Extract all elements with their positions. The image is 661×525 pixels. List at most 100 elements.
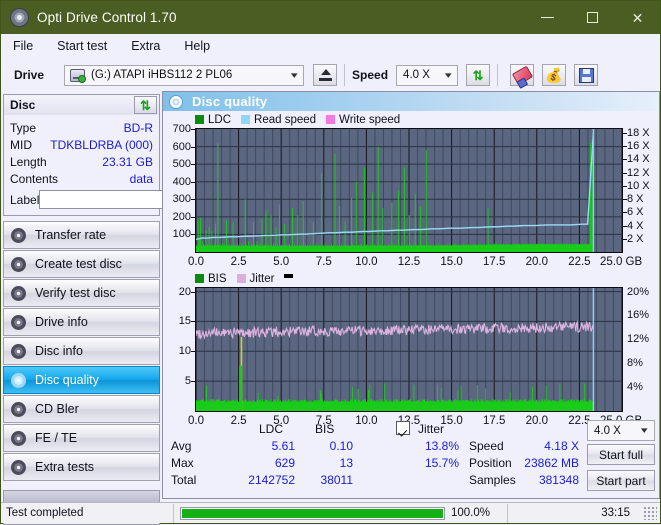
chart1-xtick: 5.0 xyxy=(273,256,290,268)
optical-drive-icon xyxy=(70,68,87,83)
tick-mark xyxy=(623,172,627,174)
legend-marker-icon xyxy=(284,273,294,278)
refresh-icon: ⇅ xyxy=(140,97,151,113)
chart1-xtick: 2.5 xyxy=(230,256,247,268)
chart1-xtick: 0.0 xyxy=(188,256,204,268)
tick-mark xyxy=(623,238,627,240)
chart1-ytick: 600 xyxy=(172,140,191,153)
legend-swatch-write-speed xyxy=(326,115,336,124)
close-button[interactable]: ✕ xyxy=(615,1,660,34)
refresh-button[interactable]: ⇅ xyxy=(466,64,491,86)
samples-stat-value: 381348 xyxy=(538,473,579,487)
coins-icon: 💰 xyxy=(545,67,563,83)
speed-select-value: 4.0 X xyxy=(403,69,430,81)
stats-row-label-avg: Avg xyxy=(171,439,192,453)
sidebar-item-extra-tests[interactable]: Extra tests xyxy=(3,453,160,481)
sidebar-item-verify-test-disc[interactable]: Verify test disc xyxy=(3,279,160,307)
erase-button[interactable] xyxy=(510,64,535,86)
stats-total-bis: 38011 xyxy=(320,473,353,487)
chart1-y2tick: 14 X xyxy=(627,153,650,166)
start-full-button[interactable]: Start full xyxy=(587,444,655,465)
test-speed-value: 4.0 X xyxy=(594,424,621,437)
sidebar-item-create-test-disc[interactable]: Create test disc xyxy=(3,250,160,278)
sidebar-item-transfer-rate[interactable]: Transfer rate xyxy=(3,221,160,249)
chart1-ytick: 700 xyxy=(172,123,191,135)
status-message: Test completed xyxy=(6,507,84,519)
legend-swatch-read-speed xyxy=(241,115,251,124)
disc-mid-label: MID xyxy=(10,137,32,152)
tick-mark xyxy=(191,199,195,201)
title-bar: Opti Drive Control 1.70 ✕ xyxy=(1,1,660,34)
sidebar-item-label: FE / TE xyxy=(35,431,78,445)
menu-bar: File Start test Extra Help xyxy=(1,34,660,58)
jitter-max-value: 15.7% xyxy=(424,456,459,470)
sidebar-item-drive-info[interactable]: Drive info xyxy=(3,308,160,336)
chart1-ytick: 500 xyxy=(172,158,191,171)
chart1-ytick: 400 xyxy=(172,175,191,188)
disc-icon xyxy=(11,401,26,417)
app-window: Opti Drive Control 1.70 ✕ File Start tes… xyxy=(0,0,661,525)
gold-button[interactable]: 💰 xyxy=(542,64,567,86)
tick-mark xyxy=(191,351,195,353)
speed-select[interactable]: 4.0 X ▾ xyxy=(396,64,459,86)
close-icon: ✕ xyxy=(631,9,644,26)
jitter-checkbox[interactable] xyxy=(396,421,410,435)
chart1-xtick: 25.0 GB xyxy=(599,256,643,268)
ldc-chart-legend: LDC Read speed Write speed xyxy=(163,113,659,126)
jitter-avg-value: 13.8% xyxy=(424,439,459,453)
status-bar: Test completed 100.0% 33:15 xyxy=(1,502,660,523)
resize-grip-icon[interactable] xyxy=(643,506,657,520)
save-button[interactable] xyxy=(574,64,599,86)
ldc-chart[interactable]: 100 200 300 400 500 600 700 2 X4 X6 X8 X 10 X 12 … xyxy=(163,123,659,271)
sidebar-item-label: CD Bler xyxy=(35,402,79,416)
tick-mark xyxy=(623,146,627,148)
tick-mark xyxy=(191,234,195,236)
menu-help[interactable]: Help xyxy=(182,37,220,55)
drive-select-value: (G:) ATAPI iHBS112 2 PL06 xyxy=(91,69,233,81)
stats-max-bis: 13 xyxy=(339,456,353,470)
tick-mark xyxy=(191,321,195,323)
maximize-button[interactable] xyxy=(570,1,615,34)
speed-label: Speed xyxy=(352,68,389,82)
chart1-xtick: 15.0 xyxy=(440,256,463,268)
legend-label-bis: BIS xyxy=(208,272,227,285)
tick-mark xyxy=(623,185,627,187)
jitter-label: Jitter xyxy=(418,422,445,436)
stats-header-bis: BIS xyxy=(315,422,335,436)
sidebar-item-disc-quality[interactable]: Disc quality xyxy=(3,366,160,394)
menu-extra[interactable]: Extra xyxy=(129,37,170,55)
panel-header: Disc quality xyxy=(163,92,659,111)
bis-jitter-chart[interactable]: 51015204%8%12%16%20%0.02.55.07.510.012.5… xyxy=(163,285,659,430)
drive-select[interactable]: (G:) ATAPI iHBS112 2 PL06 ▾ xyxy=(64,64,305,86)
chart2-y2tick: 12% xyxy=(627,333,650,346)
sidebar-item-fe-te[interactable]: FE / TE xyxy=(3,424,160,452)
disc-icon xyxy=(11,372,26,388)
chevron-down-icon: ▾ xyxy=(444,69,452,80)
chart2-y2tick: 8% xyxy=(627,357,643,370)
menu-file[interactable]: File xyxy=(11,37,43,55)
tick-mark xyxy=(191,381,195,383)
sidebar-item-cd-bler[interactable]: CD Bler xyxy=(3,395,160,423)
test-speed-select[interactable]: 4.0 X ▾ xyxy=(587,420,655,441)
chart1-plot-area xyxy=(195,128,623,253)
sidebar-item-label: Extra tests xyxy=(35,460,95,474)
disc-icon xyxy=(11,314,26,330)
minimize-button[interactable] xyxy=(525,1,570,34)
disc-panel-title: Disc xyxy=(10,98,36,112)
chart1-ytick: 200 xyxy=(172,210,191,223)
menu-start-test[interactable]: Start test xyxy=(55,37,117,55)
tick-mark xyxy=(191,146,195,148)
stats-row-label-total: Total xyxy=(171,473,197,487)
nav-list: Transfer rate Create test disc Verify te… xyxy=(3,221,160,481)
start-part-button[interactable]: Start part xyxy=(587,470,655,491)
stats-header-ldc: LDC xyxy=(259,422,284,436)
chart2-ytick: 10 xyxy=(178,345,191,358)
sidebar-item-disc-info[interactable]: Disc info xyxy=(3,337,160,365)
disc-quality-icon xyxy=(169,94,183,109)
eject-button[interactable] xyxy=(313,64,338,86)
eraser-icon xyxy=(511,65,533,85)
disc-panel-body: Type BD-R MID TDKBLDRBA (000) Length 23.… xyxy=(3,115,243,216)
disc-refresh-button[interactable]: ⇅ xyxy=(134,96,157,114)
chart1-xtick: 22.5 xyxy=(568,256,591,268)
chart1-ytick: 300 xyxy=(172,193,191,206)
